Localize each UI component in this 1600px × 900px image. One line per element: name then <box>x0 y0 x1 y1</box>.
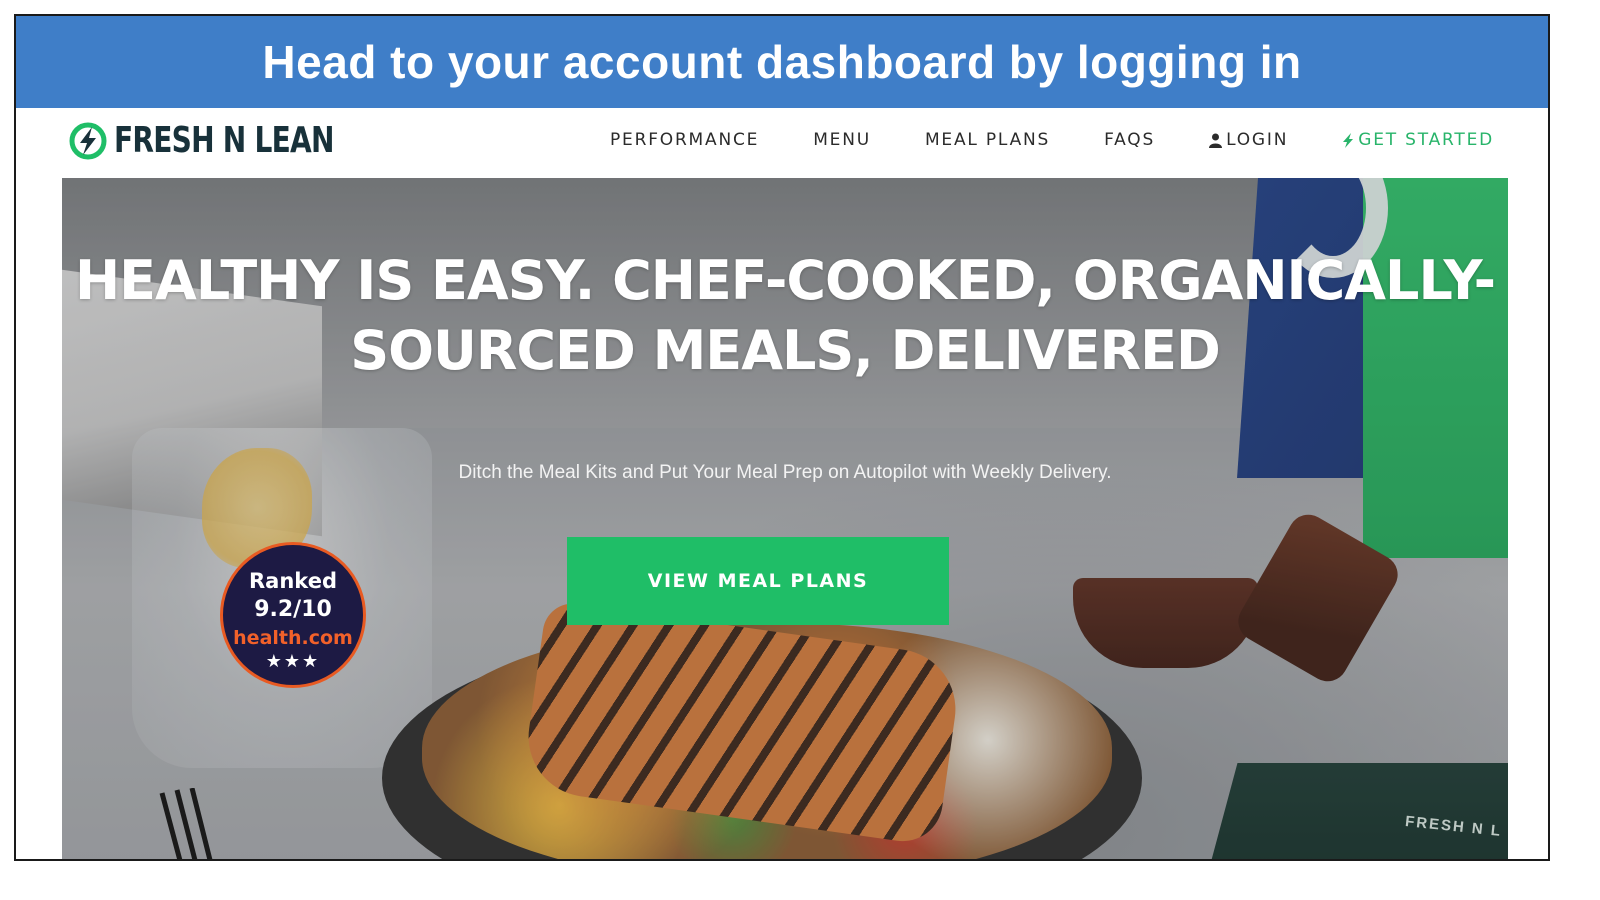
nav-get-started[interactable]: GET STARTED <box>1342 130 1494 150</box>
instruction-banner: Head to your account dashboard by loggin… <box>16 16 1548 108</box>
badge-stars: ★★★ <box>265 651 321 672</box>
hero-headline: HEALTHY IS EASY. CHEF-COOKED, ORGANICALL… <box>74 249 1496 382</box>
nav-meal-plans[interactable]: MEAL PLANS <box>925 130 1050 150</box>
nav-get-started-label: GET STARTED <box>1358 130 1494 150</box>
hero-section: FRESH N L HEALTHY IS EASY. CHEF-COOKED, … <box>62 178 1508 859</box>
site-header: FRESH N LEAN PERFORMANCE MENU MEAL PLANS… <box>16 108 1548 178</box>
site-logo[interactable]: FRESH N LEAN <box>68 120 396 161</box>
main-nav: PERFORMANCE MENU MEAL PLANS FAQS LOGIN G… <box>610 130 1494 150</box>
view-meal-plans-button[interactable]: VIEW MEAL PLANS <box>567 537 949 625</box>
nav-faqs[interactable]: FAQS <box>1104 130 1155 150</box>
logo-bolt-icon <box>69 122 107 159</box>
user-icon <box>1209 133 1223 148</box>
lightning-icon <box>1343 132 1354 148</box>
badge-source: health.com <box>233 627 353 649</box>
screenshot-frame: Head to your account dashboard by loggin… <box>14 14 1550 861</box>
nav-performance[interactable]: PERFORMANCE <box>610 130 759 150</box>
badge-score: 9.2/10 <box>254 597 332 622</box>
nav-menu[interactable]: MENU <box>813 130 871 150</box>
hero-subheadline: Ditch the Meal Kits and Put Your Meal Pr… <box>458 462 1112 483</box>
banner-text: Head to your account dashboard by loggin… <box>262 36 1302 88</box>
nav-login-label: LOGIN <box>1226 130 1289 150</box>
nav-login[interactable]: LOGIN <box>1209 130 1288 150</box>
logo-text: FRESH N LEAN <box>114 120 334 161</box>
rating-badge: Ranked 9.2/10 health.com ★★★ <box>220 542 366 688</box>
badge-ranked-text: Ranked <box>249 569 337 593</box>
